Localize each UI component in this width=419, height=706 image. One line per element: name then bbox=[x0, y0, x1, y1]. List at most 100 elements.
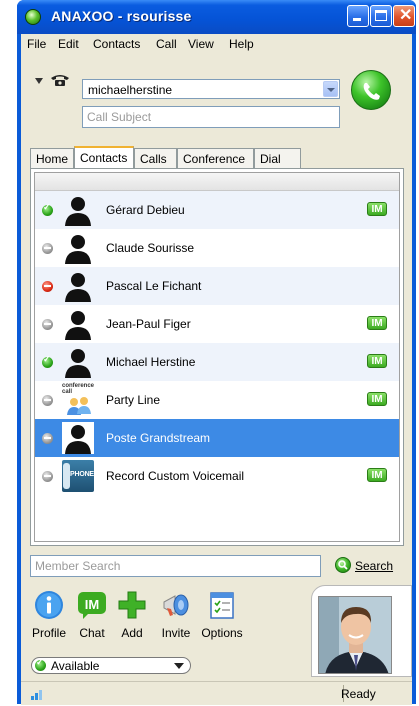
minimize-button[interactable] bbox=[347, 5, 369, 27]
call-subject-input[interactable] bbox=[82, 106, 340, 128]
offline-status-icon bbox=[42, 433, 53, 444]
presence-selector[interactable]: Available bbox=[31, 657, 191, 674]
people-group-icon bbox=[67, 397, 91, 415]
member-search-input[interactable] bbox=[30, 555, 321, 577]
contact-name: Pascal Le Fichant bbox=[106, 279, 202, 293]
contact-name: Party Line bbox=[106, 393, 161, 407]
call-number-combo[interactable]: michaelherstine bbox=[82, 79, 340, 99]
tab-home[interactable]: Home bbox=[30, 148, 74, 168]
tab-conference[interactable]: Conference bbox=[177, 148, 254, 168]
tab-dial[interactable]: Dial bbox=[254, 148, 301, 168]
presence-label: Available bbox=[51, 659, 100, 673]
menu-edit[interactable]: Edit bbox=[58, 37, 79, 51]
profile-button[interactable]: Profile bbox=[26, 585, 72, 647]
dial-call-button[interactable] bbox=[351, 70, 391, 110]
user-photo[interactable] bbox=[318, 596, 392, 674]
chevron-down-icon[interactable] bbox=[323, 81, 338, 97]
contact-row[interactable]: Pascal Le Fichant bbox=[35, 267, 399, 305]
client-area: File Edit Contacts Call View Help michae… bbox=[21, 34, 412, 705]
offline-status-icon bbox=[42, 395, 53, 406]
add-button[interactable]: Add bbox=[109, 585, 155, 647]
title-bar[interactable]: ANAXOO - rsourisse ✕ bbox=[17, 0, 416, 34]
contact-row[interactable]: PHONE Record Custom Voicemail IM bbox=[35, 457, 399, 495]
maximize-icon bbox=[375, 10, 387, 21]
available-status-icon bbox=[35, 657, 46, 671]
person-avatar-icon bbox=[62, 422, 94, 454]
offline-status-icon bbox=[42, 243, 53, 254]
phone-receiver-shape bbox=[63, 463, 70, 489]
contact-name: Record Custom Voicemail bbox=[106, 469, 245, 483]
contact-row[interactable]: Claude Sourisse bbox=[35, 229, 399, 267]
contact-row-selected[interactable]: Poste Grandstream bbox=[35, 419, 399, 457]
tab-strip: Home Contacts Calls Conference Dial bbox=[30, 146, 410, 169]
line-dropdown-arrow-icon[interactable] bbox=[35, 78, 43, 84]
menu-call[interactable]: Call bbox=[156, 37, 177, 51]
add-label: Add bbox=[121, 626, 143, 640]
invite-label: Invite bbox=[161, 626, 191, 640]
im-icon[interactable]: IM bbox=[367, 316, 387, 330]
app-window: ANAXOO - rsourisse ✕ File Edit Contacts … bbox=[17, 0, 416, 705]
profile-label: Profile bbox=[31, 626, 66, 640]
contacts-panel: Gérard Debieu IM Claude Sourisse Pascal … bbox=[30, 168, 404, 546]
megaphone-icon bbox=[163, 594, 189, 616]
user-photo-frame bbox=[311, 585, 412, 677]
contact-name: Poste Grandstream bbox=[106, 431, 211, 445]
online-status-icon bbox=[42, 202, 53, 216]
status-text: Ready bbox=[341, 687, 376, 701]
offline-status-icon bbox=[42, 319, 53, 330]
search-label: Search bbox=[355, 559, 394, 573]
busy-status-icon bbox=[42, 281, 53, 292]
contact-row[interactable]: Michael Herstine IM bbox=[35, 343, 399, 381]
voicemail-phone-icon: PHONE bbox=[62, 460, 94, 492]
maximize-button[interactable] bbox=[370, 5, 392, 27]
menu-view[interactable]: View bbox=[188, 37, 214, 51]
signal-strength-icon bbox=[31, 688, 47, 700]
tab-contacts[interactable]: Contacts bbox=[74, 146, 134, 169]
im-icon[interactable]: IM bbox=[367, 354, 387, 368]
person-avatar-icon bbox=[65, 197, 91, 226]
checklist-icon bbox=[210, 592, 234, 619]
call-bar: michaelherstine bbox=[21, 54, 412, 134]
contact-name: Claude Sourisse bbox=[106, 241, 195, 255]
conference-call-icon: conference call bbox=[62, 383, 95, 416]
search-button[interactable]: Search bbox=[331, 554, 411, 578]
minimize-icon bbox=[353, 18, 361, 21]
tab-calls[interactable]: Calls bbox=[134, 148, 177, 168]
call-number-value: michaelherstine bbox=[88, 83, 173, 97]
close-icon: ✕ bbox=[399, 7, 413, 24]
im-icon[interactable]: IM bbox=[367, 202, 387, 216]
menu-contacts[interactable]: Contacts bbox=[93, 37, 140, 51]
contact-row[interactable]: conference call Party Line IM bbox=[35, 381, 399, 419]
close-button[interactable]: ✕ bbox=[393, 5, 415, 27]
contact-name: Jean-Paul Figer bbox=[106, 317, 191, 331]
app-logo-icon bbox=[25, 9, 41, 25]
contact-row[interactable]: Jean-Paul Figer IM bbox=[35, 305, 399, 343]
chevron-down-icon bbox=[174, 663, 184, 669]
im-icon[interactable]: IM bbox=[367, 392, 387, 406]
contact-name: Michael Herstine bbox=[106, 355, 196, 369]
options-label: Options bbox=[201, 626, 243, 640]
status-bar: Ready bbox=[21, 681, 412, 705]
menu-file[interactable]: File bbox=[27, 37, 46, 51]
person-avatar-icon bbox=[65, 349, 91, 378]
options-button[interactable]: Options bbox=[199, 585, 245, 647]
im-chat-icon: IM bbox=[78, 592, 106, 619]
offline-status-icon bbox=[42, 471, 53, 482]
person-avatar-icon bbox=[65, 273, 91, 302]
phone-handset-icon bbox=[363, 83, 380, 100]
contact-list[interactable]: Gérard Debieu IM Claude Sourisse Pascal … bbox=[34, 172, 400, 542]
action-toolbar: Profile IM Chat Add Invite Options bbox=[21, 585, 412, 677]
search-icon bbox=[335, 557, 351, 573]
online-status-icon bbox=[42, 354, 53, 368]
im-icon[interactable]: IM bbox=[367, 468, 387, 482]
person-avatar-icon bbox=[65, 311, 91, 340]
person-avatar-icon bbox=[65, 235, 91, 264]
telephone-icon[interactable] bbox=[50, 73, 70, 87]
contact-row[interactable]: Gérard Debieu IM bbox=[35, 191, 399, 229]
phone-label: PHONE bbox=[70, 471, 94, 478]
conference-call-label: conference call bbox=[62, 383, 95, 395]
plus-icon bbox=[118, 591, 146, 619]
svg-text:IM: IM bbox=[85, 597, 99, 612]
invite-button[interactable]: Invite bbox=[153, 585, 199, 647]
menu-help[interactable]: Help bbox=[229, 37, 254, 51]
